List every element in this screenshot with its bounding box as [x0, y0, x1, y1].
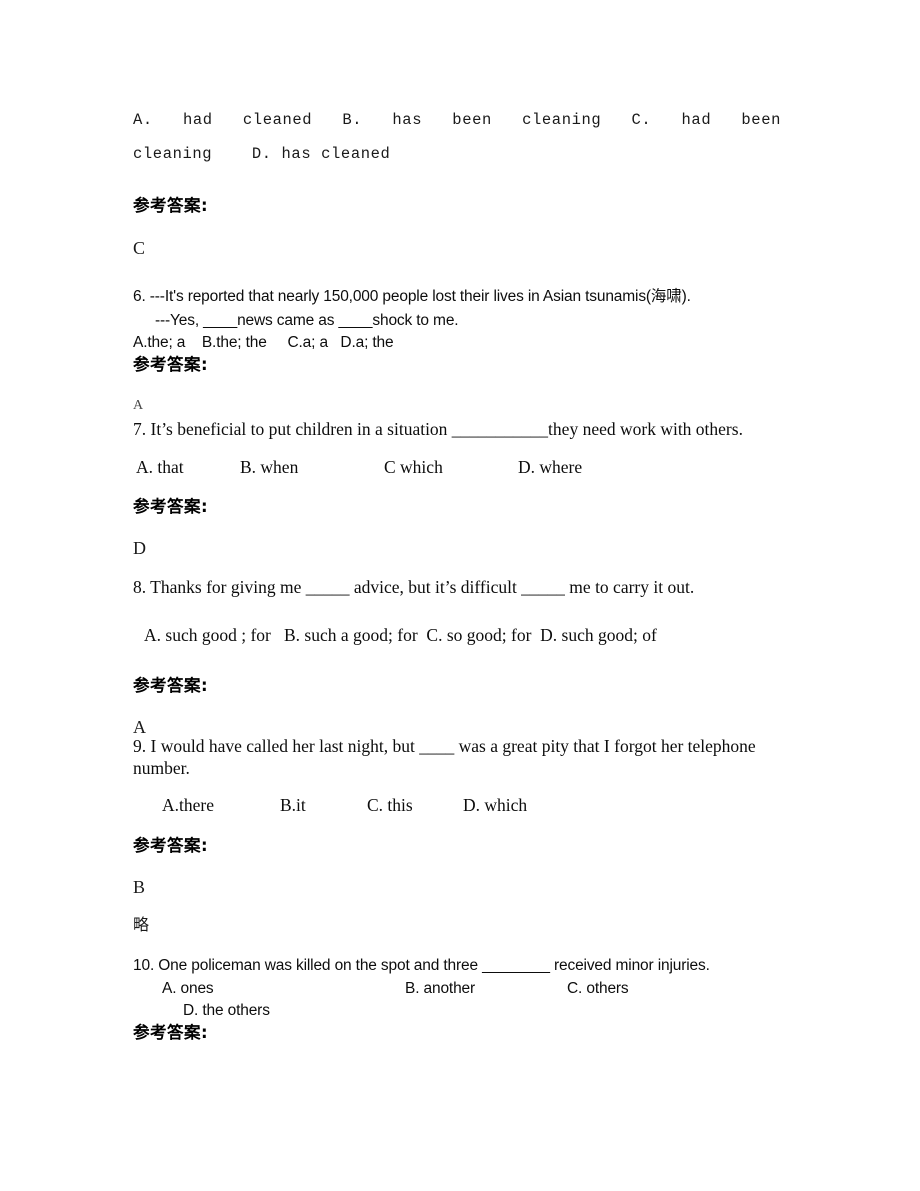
q6-stem-line1: 6. ---It's reported that nearly 150,000 …	[133, 288, 691, 305]
q10-option-b: B. another	[405, 980, 476, 997]
q5-option-a: A. had cleaned	[133, 111, 313, 129]
q9-option-c: C. this	[367, 795, 413, 815]
q7-stem-line1: 7. It’s beneficial to put children in a …	[133, 419, 743, 439]
q10-option-d: D. the others	[183, 1002, 270, 1019]
q7-answer-value: D	[133, 538, 146, 558]
q8-options-line: A. such good ; for B. such a good; for C…	[144, 625, 657, 645]
q10-stem-line1: 10. One policeman was killed on the spot…	[133, 957, 710, 974]
q10-answer-label: 参考答案:	[133, 1023, 209, 1042]
q5-option-b: B. has been cleaning	[342, 111, 602, 129]
q9-stem-line1: 9. I would have called her last night, b…	[133, 736, 756, 756]
q5-answer-label: 参考答案:	[133, 196, 209, 215]
q7-option-a: A. that	[136, 457, 184, 477]
q9-option-d: D. which	[463, 795, 528, 815]
q8-stem-line1: 8. Thanks for giving me _____ advice, bu…	[133, 577, 695, 597]
q6-options-line: A.the; a B.the; the C.a; a D.a; the	[133, 334, 394, 351]
q7-option-c: C which	[384, 457, 443, 477]
q5-option-c: C. had been	[631, 111, 782, 129]
q9-option-a: A.there	[162, 795, 214, 815]
q9-option-b: B.it	[280, 795, 306, 815]
q9-stem-line2: number.	[133, 758, 190, 778]
q7-option-b: B. when	[240, 457, 299, 477]
q9-answer-value: B	[133, 877, 146, 897]
q5-answer-value: C	[133, 238, 146, 258]
q7-option-d: D. where	[518, 457, 583, 477]
q6-answer-label: 参考答案:	[133, 355, 209, 374]
q9-answer-label: 参考答案:	[133, 836, 209, 855]
q6-answer-value: A	[133, 398, 144, 413]
document-page: A. had cleaned B. has been cleaning C. h…	[0, 0, 920, 1191]
q7-answer-label: 参考答案:	[133, 497, 209, 516]
q8-answer-label: 参考答案:	[133, 676, 209, 695]
q5-options-line2: cleaning D. has cleaned	[133, 145, 391, 163]
q5-options-line1: A. had cleaned B. has been cleaning C. h…	[133, 111, 781, 129]
q10-option-c: C. others	[567, 980, 629, 997]
q9-omitted-marker: 略	[133, 915, 150, 934]
q6-stem-line2: ---Yes, ____news came as ____shock to me…	[155, 312, 459, 329]
q8-answer-value: A	[133, 717, 146, 737]
q10-option-a: A. ones	[162, 980, 214, 997]
